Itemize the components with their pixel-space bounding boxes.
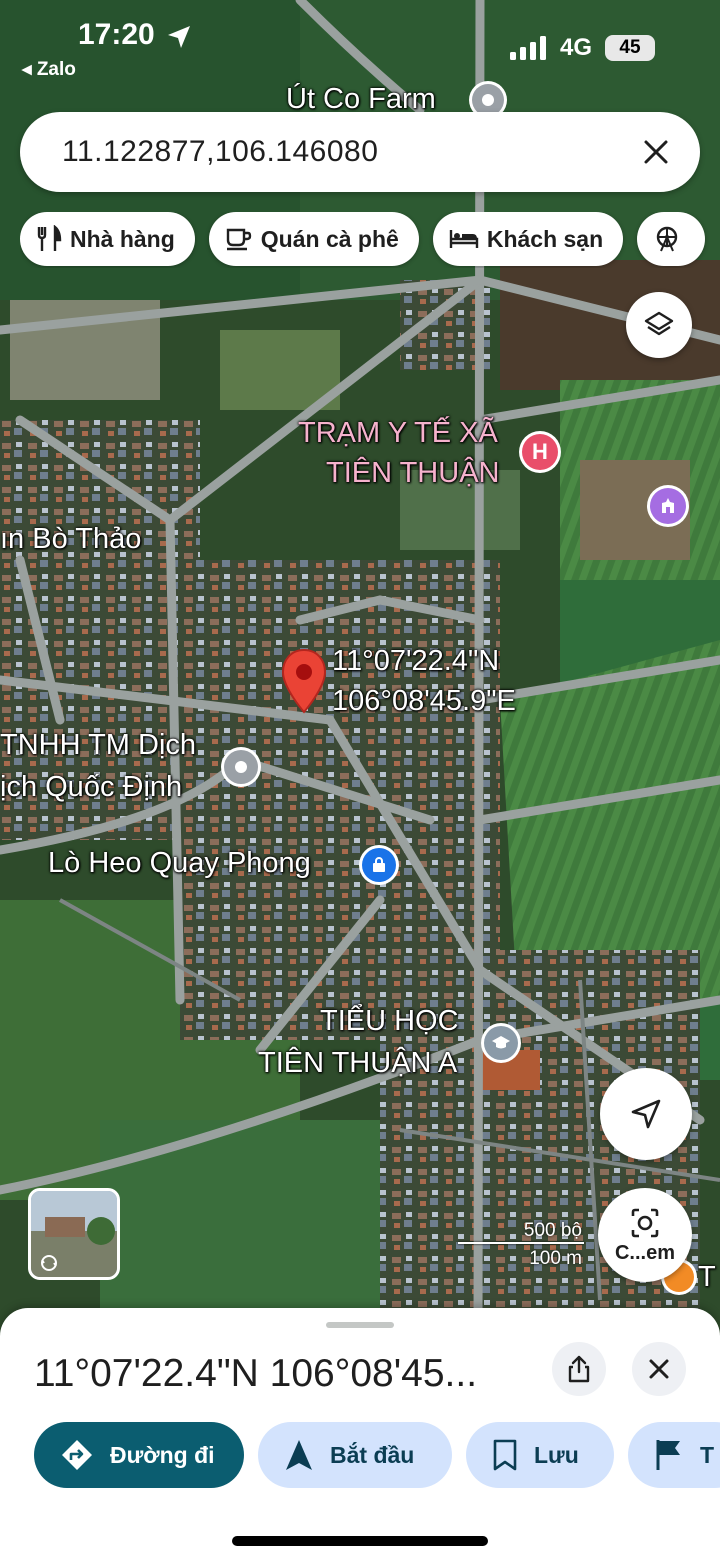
location-arrow-icon [168, 26, 190, 48]
shopping-bag-icon[interactable] [362, 848, 396, 882]
scale-meters: 100 m [529, 1248, 582, 1269]
my-location-button[interactable] [600, 1068, 692, 1160]
layers-button[interactable] [626, 292, 692, 358]
layers-icon [644, 311, 674, 336]
share-button[interactable] [552, 1342, 606, 1396]
chip-label: Nhà hàng [70, 225, 175, 252]
tram-y-te-label-line2[interactable]: TIÊN THUẬN [326, 457, 499, 490]
bed-icon [449, 230, 479, 248]
back-to-app-link[interactable]: ◂ Zalo [22, 58, 76, 81]
lo-heo-label[interactable]: Lò Heo Quay Phong [48, 847, 311, 880]
tnhh-label-line1[interactable]: TNHH TM Dịch [0, 729, 196, 762]
battery-icon: 45 [605, 35, 655, 61]
close-icon [649, 1359, 669, 1379]
dropped-pin-icon[interactable] [280, 648, 328, 716]
scale-line [458, 1242, 584, 1244]
tieu-hoc-label-line1[interactable]: TIỂU HỌC [320, 1005, 459, 1038]
edge-label: T [698, 1261, 716, 1293]
search-bar[interactable]: 11.122877,106.146080 [20, 112, 700, 192]
place-title: 11°07'22.4"N 106°08'45... [34, 1352, 478, 1395]
chip-label: Quán cà phê [260, 225, 399, 252]
search-input[interactable]: 11.122877,106.146080 [62, 135, 624, 169]
share-icon [568, 1355, 590, 1383]
chip-attractions[interactable] [637, 212, 706, 266]
navigation-arrow-icon [631, 1099, 661, 1129]
pin-latitude-label: 11°07'22.4"N [332, 645, 500, 677]
place-bottom-sheet[interactable]: 11°07'22.4"N 106°08'45... Đường đi Bắt đ… [0, 1308, 720, 1560]
utensils-icon [37, 225, 62, 251]
bookmark-icon [493, 1439, 517, 1471]
camera-icon [631, 1208, 659, 1237]
network-type: 4G [560, 34, 593, 61]
ferris-wheel-icon [656, 226, 678, 252]
school-icon[interactable] [484, 1026, 518, 1060]
tieu-hoc-label-line2[interactable]: TIÊN THUẬN A [258, 1047, 457, 1080]
camera-search-button[interactable]: C...em [598, 1188, 692, 1282]
hospital-icon[interactable]: H [522, 434, 558, 470]
close-sheet-button[interactable] [632, 1342, 686, 1396]
navigation-icon [286, 1440, 312, 1470]
clear-search-button[interactable] [624, 120, 688, 184]
home-indicator[interactable] [232, 1536, 488, 1546]
chip-cafes[interactable]: Quán cà phê [208, 212, 419, 266]
street-view-thumbnail[interactable] [28, 1188, 120, 1280]
camera-search-label: C...em [614, 1241, 676, 1264]
pin-longitude-label: 106°08'45.9"E [332, 685, 516, 717]
flag-icon [656, 1440, 680, 1470]
label-button[interactable]: T [628, 1422, 720, 1488]
directions-button[interactable]: Đường đi [34, 1422, 244, 1488]
tram-y-te-label-line1[interactable]: TRẠM Y TẾ XÃ [298, 417, 498, 450]
label-action-label: T [700, 1441, 715, 1468]
start-label: Bắt đầu [330, 1441, 415, 1468]
save-label: Lưu [534, 1441, 579, 1468]
battery-level: 45 [619, 37, 641, 58]
status-bar: 17:20 ◂ Zalo 4G 45 [0, 0, 720, 90]
tnhh-label-line2[interactable]: ịch Quốc Định [0, 771, 182, 804]
status-time: 17:20 [78, 18, 155, 51]
directions-icon [62, 1440, 92, 1470]
chip-label: Khách sạn [486, 225, 604, 252]
drag-handle[interactable] [326, 1322, 394, 1328]
scale-feet: 500 bộ [523, 1220, 582, 1241]
bun-bo-thao-label[interactable]: ın Bò Thảo [0, 523, 141, 556]
temple-icon[interactable] [650, 488, 686, 524]
category-chips: Nhà hàng Quán cà phê Khách sạn [20, 212, 720, 268]
cell-signal-icon [510, 36, 546, 60]
tnhh-pin[interactable] [224, 750, 258, 784]
map-scale: 500 bộ 100 m [456, 1220, 586, 1269]
chip-restaurants[interactable]: Nhà hàng [20, 212, 195, 266]
chip-hotels[interactable]: Khách sạn [432, 212, 624, 266]
coffee-icon [226, 228, 251, 251]
save-button[interactable]: Lưu [466, 1422, 614, 1488]
start-button[interactable]: Bắt đầu [258, 1422, 452, 1488]
close-icon [644, 140, 668, 164]
place-actions: Đường đi Bắt đầu Lưu T [34, 1422, 720, 1492]
directions-label: Đường đi [110, 1441, 215, 1468]
